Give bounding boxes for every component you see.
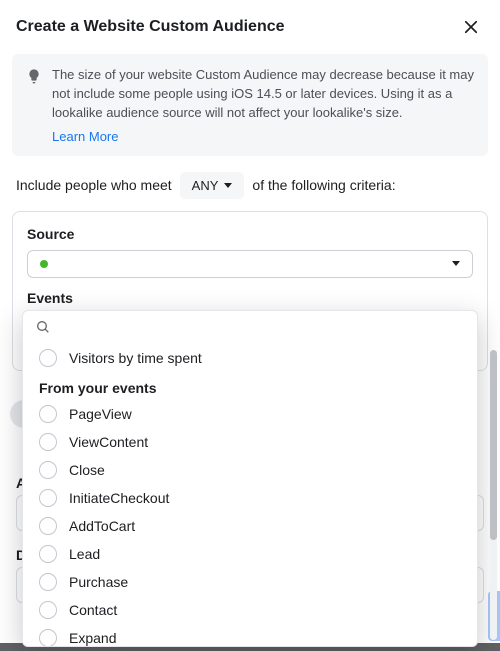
option-label: Expand [69,630,116,646]
option-label: Visitors by time spent [69,350,202,366]
radio-icon [39,433,57,451]
dropdown-option[interactable]: InitiateCheckout [23,484,477,512]
events-dropdown: Visitors by time spent From your events … [22,310,478,647]
radio-icon [39,573,57,591]
radio-icon [39,349,57,367]
radio-icon [39,517,57,535]
option-label: Purchase [69,574,128,590]
criteria-suffix: of the following criteria: [252,177,395,193]
dropdown-option[interactable]: Purchase [23,568,477,596]
scrollbar-thumb[interactable] [490,350,497,540]
scrollbar[interactable] [490,350,497,640]
chevron-down-icon [224,183,232,188]
source-select[interactable] [27,250,473,278]
dropdown-option[interactable]: Lead [23,540,477,568]
criteria-row: Include people who meet ANY of the follo… [0,170,500,211]
lightbulb-icon [26,68,42,84]
close-button[interactable] [458,14,484,40]
modal-title: Create a Website Custom Audience [16,18,285,36]
criteria-mode-select[interactable]: ANY [180,172,245,199]
criteria-mode-value: ANY [192,178,219,193]
radio-icon [39,545,57,563]
option-label: Contact [69,602,117,618]
dropdown-option[interactable]: Close [23,456,477,484]
dropdown-option[interactable]: Contact [23,596,477,624]
option-label: Close [69,462,105,478]
learn-more-link[interactable]: Learn More [52,129,118,144]
radio-icon [39,489,57,507]
radio-icon [39,405,57,423]
dropdown-search[interactable] [23,311,477,344]
option-label: PageView [69,406,132,422]
radio-icon [39,629,57,646]
status-dot-icon [40,260,48,268]
option-label: InitiateCheckout [69,490,169,506]
events-label: Events [27,290,473,306]
dropdown-option[interactable]: ViewContent [23,428,477,456]
source-label: Source [27,226,473,242]
dropdown-option[interactable]: Expand [23,624,477,646]
option-label: Lead [69,546,100,562]
radio-icon [39,601,57,619]
dropdown-list[interactable]: Visitors by time spent From your events … [23,344,477,646]
info-banner-text: The size of your website Custom Audience… [52,66,476,123]
criteria-prefix: Include people who meet [16,177,172,193]
dropdown-option[interactable]: AddToCart [23,512,477,540]
chevron-down-icon [452,261,460,266]
close-icon [462,18,480,36]
search-icon [35,319,51,335]
option-label: AddToCart [69,518,135,534]
dropdown-option[interactable]: PageView [23,400,477,428]
info-banner: The size of your website Custom Audience… [12,54,488,156]
radio-icon [39,461,57,479]
dropdown-option[interactable]: Visitors by time spent [23,344,477,372]
option-label: ViewContent [69,434,148,450]
dropdown-group-header: From your events [23,372,477,400]
